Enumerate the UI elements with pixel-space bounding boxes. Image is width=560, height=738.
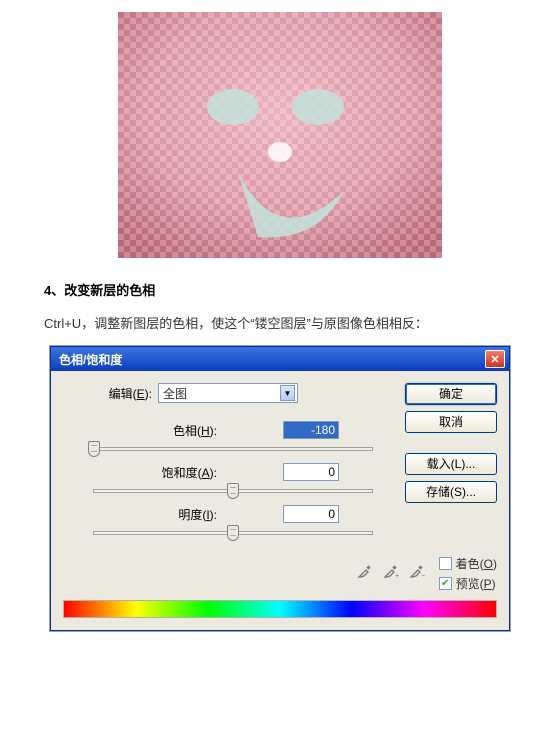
hue-slider-thumb[interactable] [88,441,100,457]
hue-spectrum-bar [63,600,497,618]
eyedropper-icon[interactable] [357,563,373,584]
hue-saturation-dialog: 色相/饱和度 ✕ 编辑(E): 全图 ▼ 色相(H): [50,346,510,631]
load-button[interactable]: 载入(L)... [405,453,497,475]
saturation-input[interactable] [283,463,339,481]
lightness-slider-thumb[interactable] [227,525,239,541]
ok-button[interactable]: 确定 [405,383,497,405]
lightness-slider[interactable] [93,531,373,535]
eyedropper-minus-icon[interactable]: − [409,563,425,584]
lightness-label: 明度(I): [63,506,223,523]
cancel-button[interactable]: 取消 [405,411,497,433]
close-icon: ✕ [490,353,499,366]
layer-preview-image [118,12,442,258]
dialog-title: 色相/饱和度 [59,351,485,368]
eyedropper-group: + − [357,563,425,584]
edit-label: 编辑(E): [63,385,158,402]
save-button[interactable]: 存储(S)... [405,481,497,503]
dialog-titlebar: 色相/饱和度 ✕ [51,347,509,371]
preview-label: 预览(P) [456,575,496,592]
svg-text:−: − [421,573,425,579]
step-heading: 4、改变新层的色相 [44,280,560,299]
saturation-slider[interactable] [93,489,373,493]
colorize-label: 着色(O) [456,555,497,572]
chevron-down-icon: ▼ [280,385,295,401]
saturation-slider-thumb[interactable] [227,483,239,499]
eyedropper-plus-icon[interactable]: + [383,563,399,584]
close-button[interactable]: ✕ [485,350,505,368]
svg-text:+: + [395,573,399,579]
lightness-input[interactable] [283,505,339,523]
edit-select-value: 全图 [163,385,280,402]
colorize-checkbox[interactable] [439,557,452,570]
hue-input[interactable] [283,421,339,439]
edit-select[interactable]: 全图 ▼ [158,383,298,403]
preview-checkbox[interactable]: ✔ [439,577,452,590]
hue-slider[interactable] [93,447,373,451]
saturation-label: 饱和度(A): [63,464,223,481]
hue-label: 色相(H): [63,422,223,439]
step-instruction: Ctrl+U，调整新图层的色相，使这个“镂空图层”与原图像色相相反： [44,313,560,332]
